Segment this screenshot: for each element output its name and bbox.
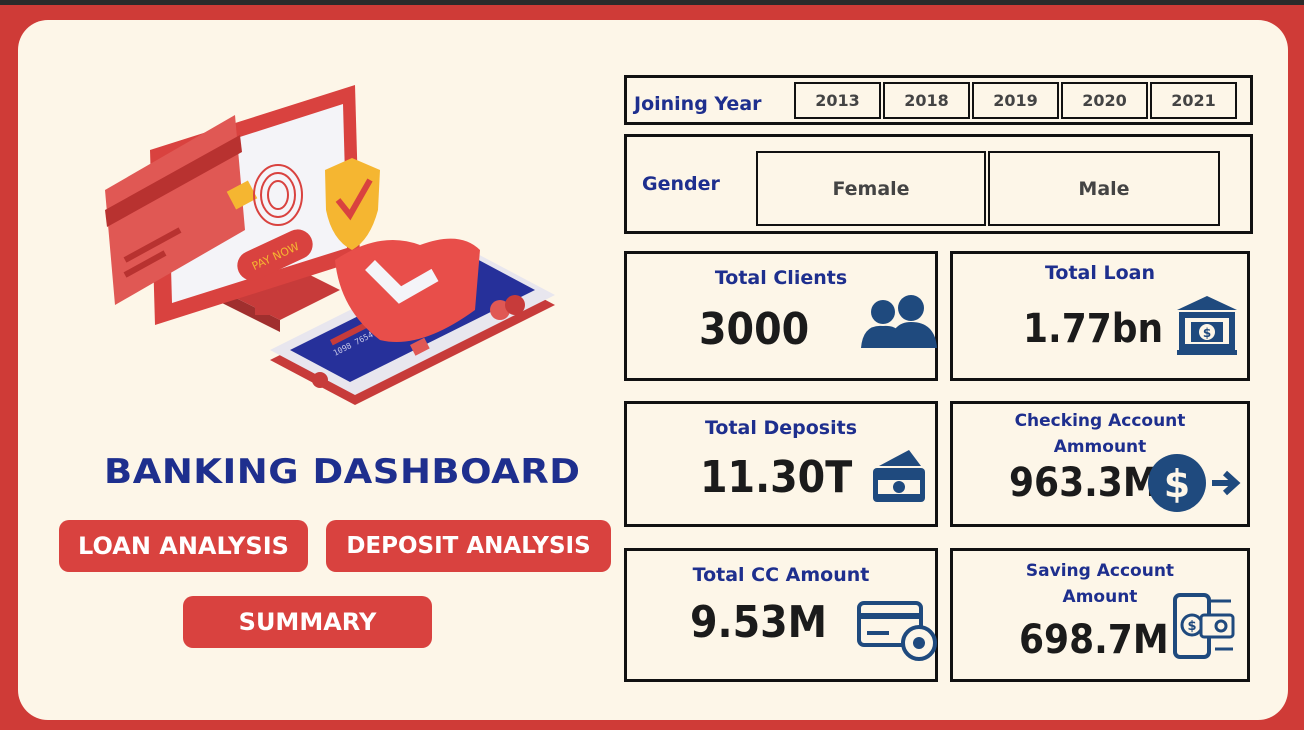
total-loan-card: Total Loan 1.77bn $ bbox=[950, 251, 1250, 381]
year-option-2020[interactable]: 2020 bbox=[1061, 82, 1148, 119]
loan-analysis-button[interactable]: LOAN ANALYSIS bbox=[59, 520, 308, 572]
total-cc-value: 9.53M bbox=[690, 597, 828, 648]
joining-year-slicer: Joining Year 2013 2018 2019 2020 2021 bbox=[624, 75, 1253, 125]
total-deposits-label: Total Deposits bbox=[704, 417, 858, 439]
year-option-2019[interactable]: 2019 bbox=[972, 82, 1059, 119]
gender-option-male[interactable]: Male bbox=[988, 151, 1220, 226]
svg-text:$: $ bbox=[1203, 326, 1211, 340]
bank-icon: $ bbox=[1177, 296, 1237, 355]
cash-icon bbox=[873, 450, 925, 502]
svg-text:$: $ bbox=[1187, 619, 1196, 634]
total-loan-label: Total Loan bbox=[1044, 262, 1156, 284]
checking-account-label-line1: Checking Account bbox=[1014, 411, 1186, 431]
svg-text:$: $ bbox=[1164, 462, 1190, 506]
total-clients-card: Total Clients 3000 bbox=[624, 251, 938, 381]
people-icon bbox=[861, 295, 937, 348]
year-option-2013[interactable]: 2013 bbox=[794, 82, 881, 119]
total-deposits-card: Total Deposits 11.30T bbox=[624, 401, 938, 527]
mobile-payment-icon: $ bbox=[1173, 593, 1235, 659]
checking-account-value: 963.3M bbox=[1009, 460, 1159, 506]
summary-button[interactable]: SUMMARY bbox=[183, 596, 432, 648]
total-clients-label: Total Clients bbox=[714, 267, 848, 289]
total-loan-value: 1.77bn bbox=[1023, 306, 1164, 352]
banking-illustration: PAY NOW 1098 7654 3210 bbox=[105, 85, 555, 405]
year-option-2021[interactable]: 2021 bbox=[1150, 82, 1237, 119]
saving-account-value: 698.7M bbox=[1019, 617, 1169, 663]
checking-account-card: Checking Account Ammount 963.3M $ bbox=[950, 401, 1250, 527]
total-clients-value: 3000 bbox=[699, 304, 810, 355]
saving-account-card: Saving Account 698.7M Amount $ bbox=[950, 548, 1250, 682]
dashboard-panel: PAY NOW 1098 7654 3210 BANKING DASHBOARD… bbox=[18, 20, 1288, 720]
dashboard-title: BANKING DASHBOARD bbox=[104, 451, 581, 492]
total-deposits-value: 11.30T bbox=[700, 452, 853, 503]
dashboard-frame: PAY NOW 1098 7654 3210 BANKING DASHBOARD… bbox=[0, 5, 1304, 730]
gender-option-female[interactable]: Female bbox=[756, 151, 986, 226]
dollar-transfer-icon: $ bbox=[1148, 454, 1241, 512]
credit-card-settings-icon bbox=[857, 601, 937, 661]
deposit-analysis-button[interactable]: DEPOSIT ANALYSIS bbox=[326, 520, 611, 572]
saving-account-label-line1: Saving Account bbox=[1025, 561, 1175, 581]
joining-year-label: Joining Year bbox=[634, 93, 762, 115]
total-cc-card: Total CC Amount 9.53M bbox=[624, 548, 938, 682]
gender-label: Gender bbox=[642, 173, 720, 195]
year-option-2018[interactable]: 2018 bbox=[883, 82, 970, 119]
gender-slicer: Gender Female Male bbox=[624, 134, 1253, 234]
total-cc-label: Total CC Amount bbox=[692, 564, 870, 586]
